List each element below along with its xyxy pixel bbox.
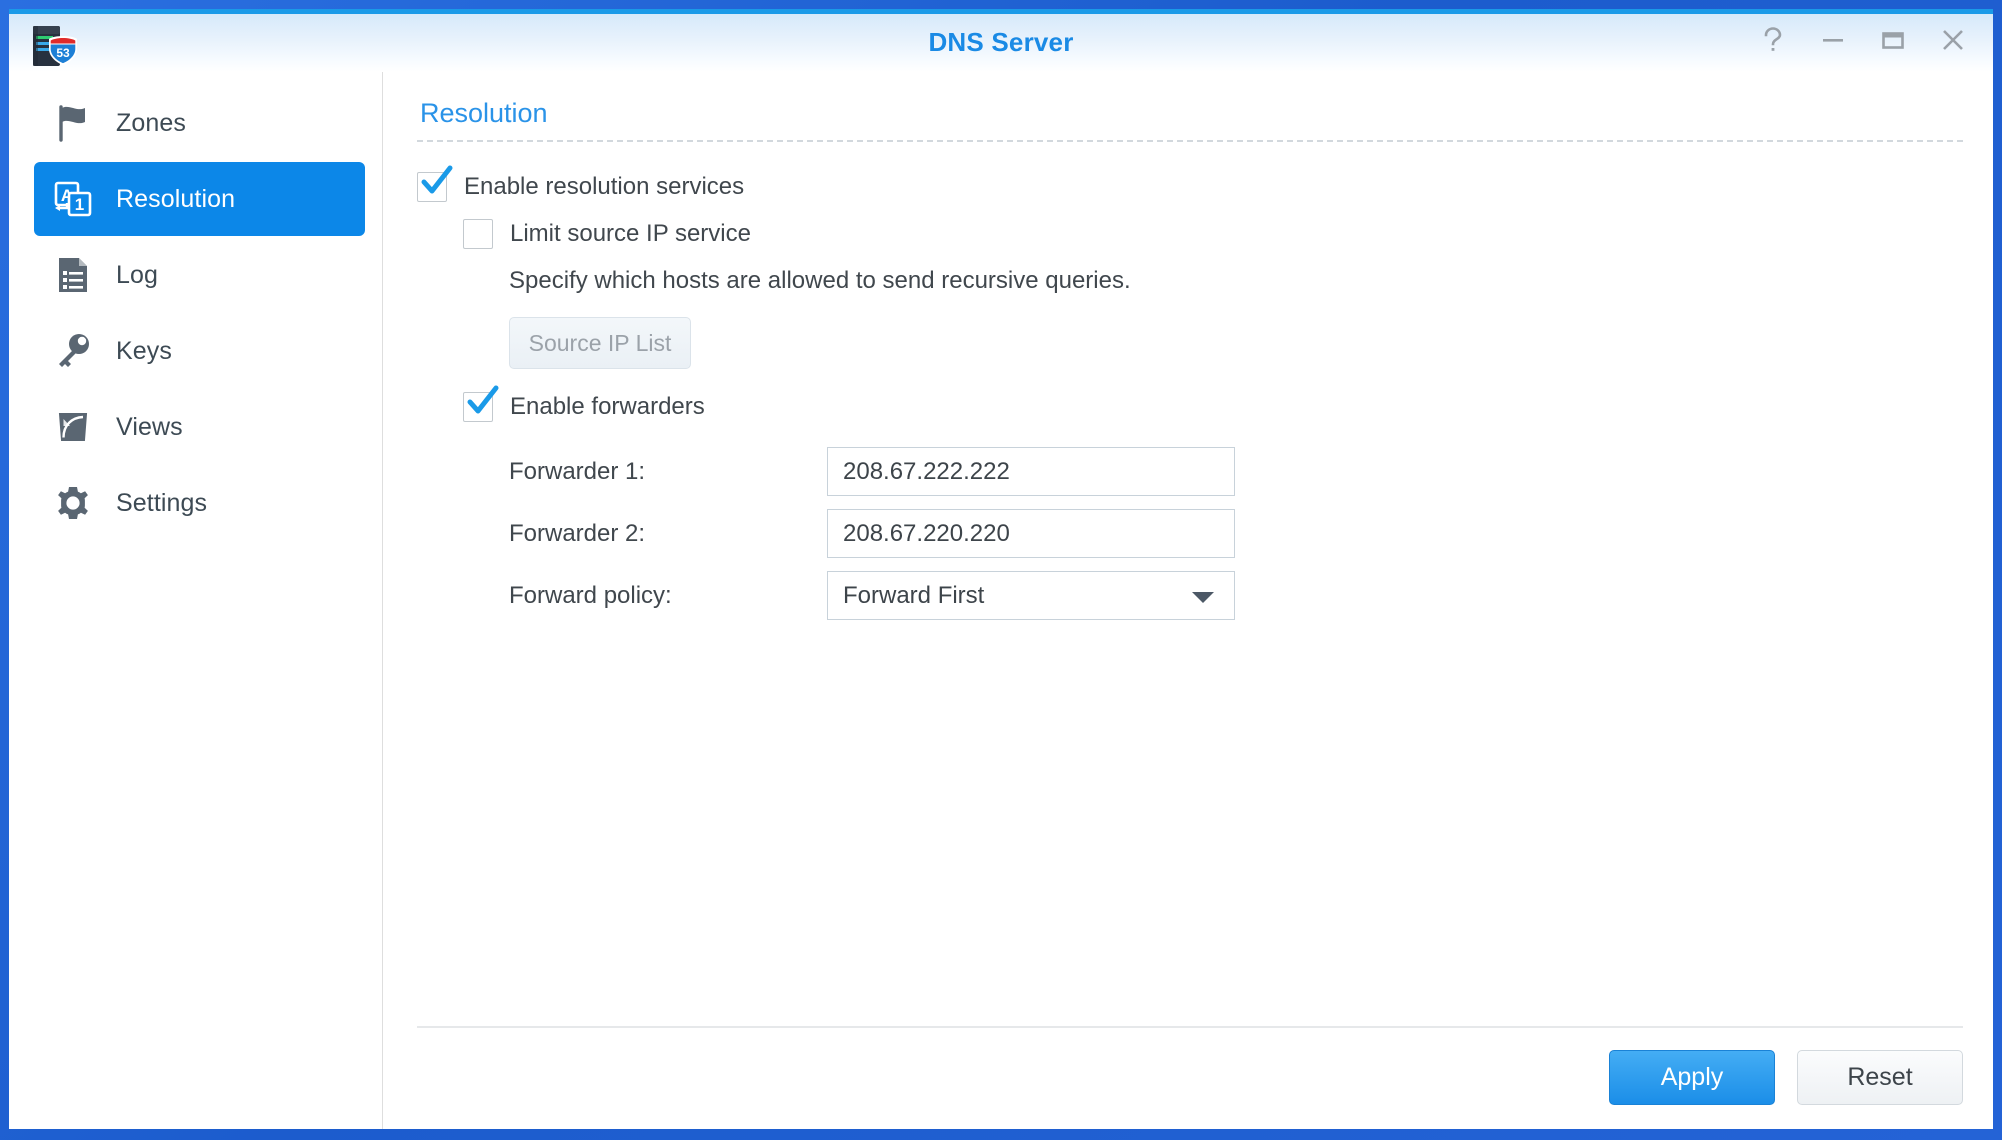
sidebar-item-label: Resolution <box>116 184 236 213</box>
window-body: Zones A 1 Resolution Log Keys Views Sett… <box>9 72 1993 1129</box>
window-controls <box>1757 22 1969 58</box>
limit-source-ip-row[interactable]: Limit source IP service <box>463 219 1963 249</box>
enable-forwarders-checkbox[interactable] <box>463 385 499 422</box>
minimize-button[interactable] <box>1817 22 1849 58</box>
sidebar-item-label: Zones <box>116 108 186 137</box>
forwarder-2-label: Forwarder 2: <box>509 519 646 547</box>
sidebar: Zones A 1 Resolution Log Keys Views Sett… <box>9 72 383 1129</box>
document-list-icon <box>50 252 96 298</box>
flag-icon <box>50 100 96 146</box>
close-button[interactable] <box>1937 22 1969 58</box>
source-ip-list-button[interactable]: Source IP List <box>509 317 691 369</box>
forwarder-2-input[interactable]: 208.67.220.220 <box>827 509 1235 558</box>
reset-button[interactable]: Reset <box>1797 1050 1963 1105</box>
checkmark-icon <box>467 385 499 414</box>
forward-policy-select[interactable]: Forward First <box>827 571 1235 620</box>
source-ip-description: Specify which hosts are allowed to send … <box>509 267 1131 294</box>
window-frame: 53 DNS Server Zones A 1 Resolution Log K… <box>0 0 2002 1140</box>
enable-forwarders-label: Enable forwarders <box>510 393 705 420</box>
limit-source-ip-checkbox[interactable] <box>463 219 493 249</box>
forward-policy-value: Forward First <box>843 581 985 609</box>
help-button[interactable] <box>1757 22 1789 58</box>
maximize-button[interactable] <box>1877 22 1909 58</box>
sidebar-item-label: Log <box>116 260 159 289</box>
sidebar-item-label: Settings <box>116 488 208 517</box>
sidebar-item-label: Views <box>116 412 183 441</box>
sidebar-item-views[interactable]: Views <box>34 390 365 464</box>
apply-button[interactable]: Apply <box>1609 1050 1775 1105</box>
section-divider <box>417 140 1963 142</box>
translate-a1-icon: A 1 <box>50 176 96 222</box>
views-icon <box>50 404 96 450</box>
enable-resolution-label: Enable resolution services <box>464 173 745 200</box>
footer-actions: Apply Reset <box>417 1026 1963 1129</box>
content-panel: Resolution Enable resolution services Li… <box>383 72 1993 1129</box>
page-title: Resolution <box>420 98 548 128</box>
window-title: DNS Server <box>928 27 1074 57</box>
checkmark-icon <box>421 165 453 194</box>
forward-policy-label: Forward policy: <box>509 581 672 609</box>
forwarder-1-label: Forwarder 1: <box>509 457 646 485</box>
sidebar-item-resolution[interactable]: A 1 Resolution <box>34 162 365 236</box>
forwarder-1-input[interactable]: 208.67.222.222 <box>827 447 1235 496</box>
content-scroll-area: Resolution Enable resolution services Li… <box>383 72 1993 1026</box>
enable-forwarders-row[interactable]: Enable forwarders <box>463 385 1963 422</box>
enable-resolution-checkbox[interactable] <box>417 165 453 202</box>
sidebar-item-keys[interactable]: Keys <box>34 314 365 388</box>
sidebar-item-settings[interactable]: Settings <box>34 466 365 540</box>
sidebar-item-label: Keys <box>116 336 172 365</box>
sidebar-item-log[interactable]: Log <box>34 238 365 312</box>
sidebar-item-zones[interactable]: Zones <box>34 86 365 160</box>
application-window: 53 DNS Server Zones A 1 Resolution Log K… <box>9 9 1993 1129</box>
key-icon <box>50 328 96 374</box>
gear-icon <box>50 480 96 526</box>
title-bar: 53 DNS Server <box>9 9 1993 72</box>
chevron-down-icon <box>1192 591 1214 603</box>
limit-source-ip-label: Limit source IP service <box>510 220 751 247</box>
forwarder-form: Forwarder 1: 208.67.222.222 Forwarder 2:… <box>509 447 1963 620</box>
enable-resolution-row[interactable]: Enable resolution services <box>417 165 1963 202</box>
svg-text:1: 1 <box>75 195 84 214</box>
